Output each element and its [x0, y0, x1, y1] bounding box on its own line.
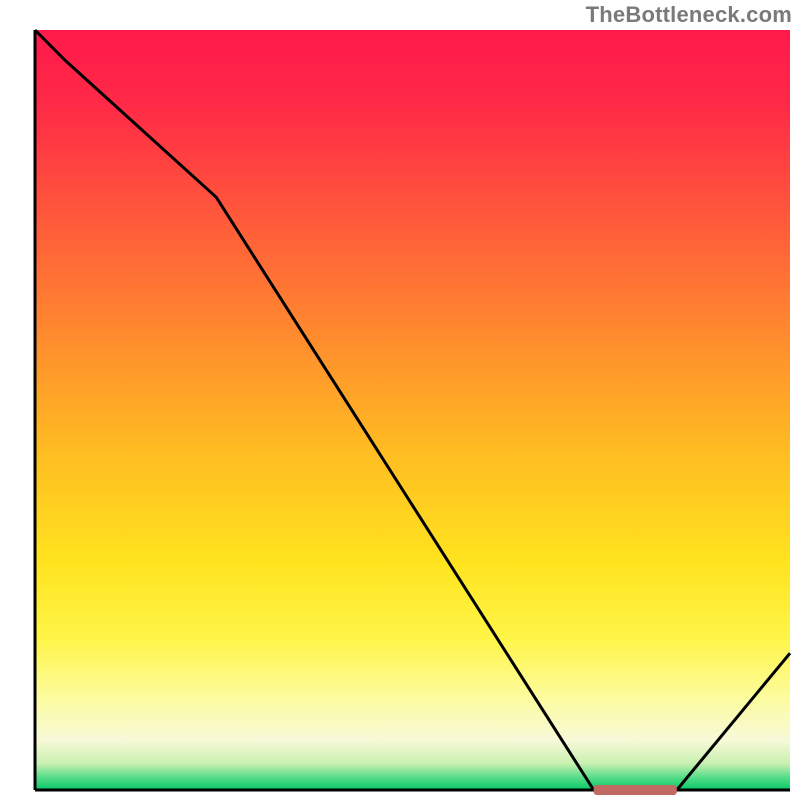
optimal-range-marker: [594, 785, 677, 795]
plot-background: [35, 30, 790, 790]
bottleneck-chart: [0, 0, 800, 800]
